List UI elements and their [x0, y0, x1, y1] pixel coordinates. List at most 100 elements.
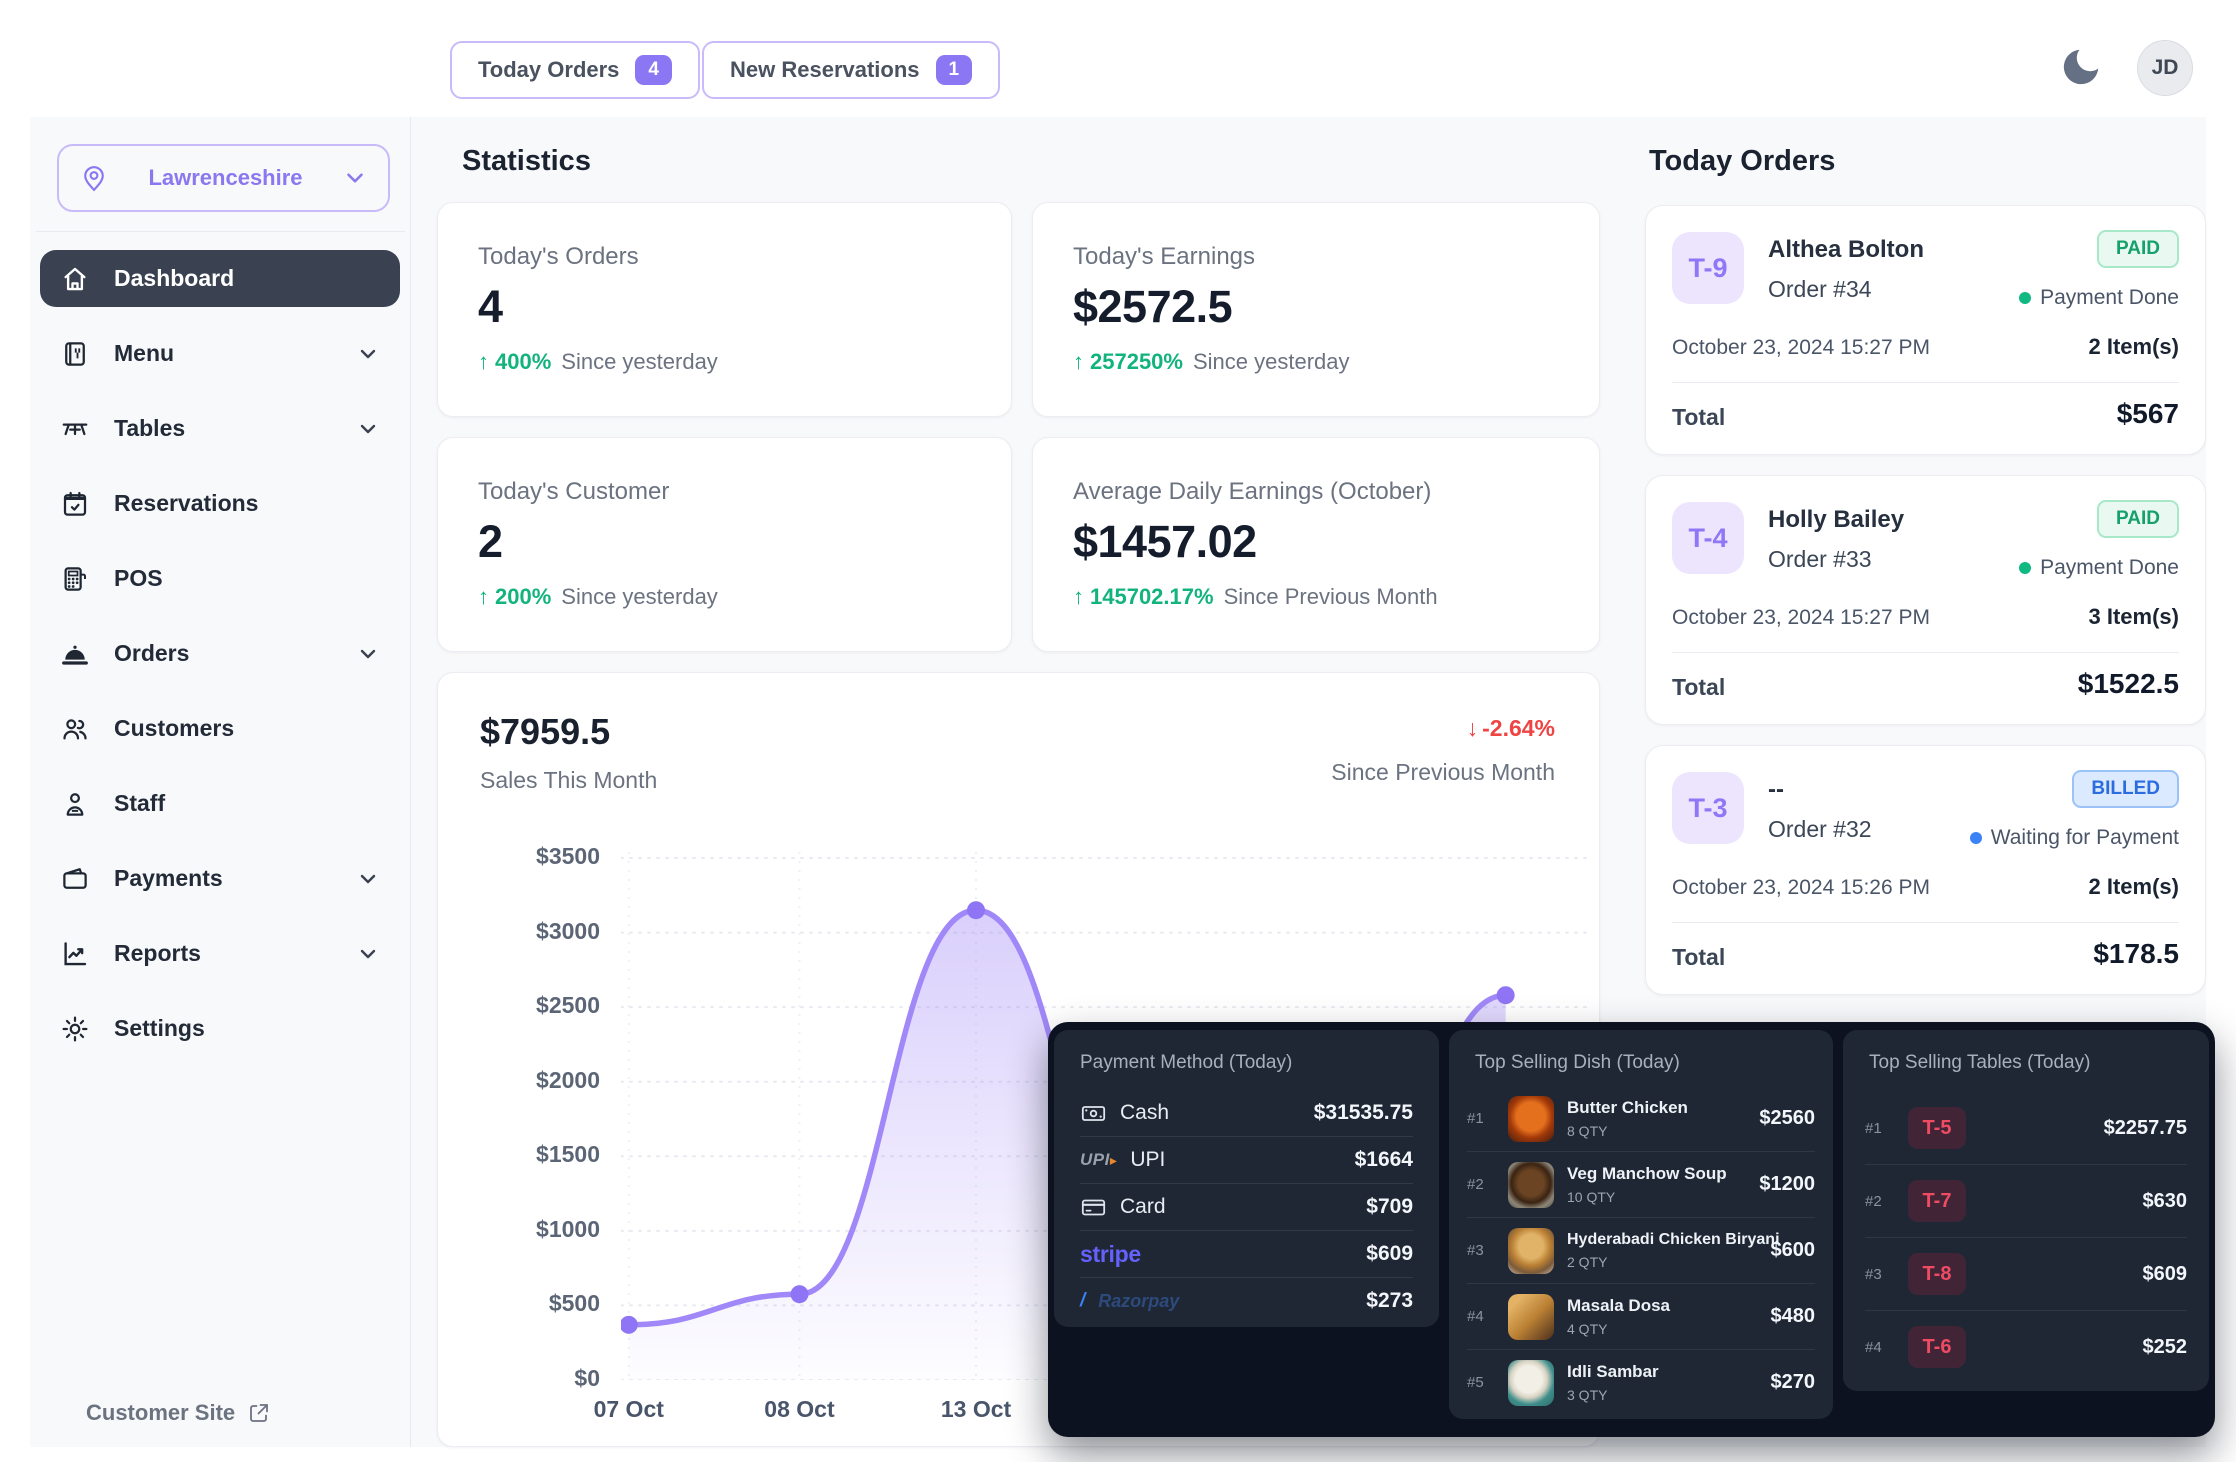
sidebar-item-settings[interactable]: Settings — [40, 1000, 400, 1057]
sidebar-item-label: Tables — [114, 415, 185, 442]
arrow-up-icon: ↑ — [478, 584, 489, 610]
sidebar-item-label: Orders — [114, 640, 189, 667]
external-link-icon — [247, 1401, 271, 1425]
payment-method-label: Card — [1120, 1195, 1166, 1219]
status-badge: PAID — [2097, 230, 2179, 268]
dish-rank: #5 — [1467, 1374, 1495, 1391]
upi-logo: UPI▸ — [1080, 1150, 1117, 1170]
sales-month-total: $7959.5 — [480, 711, 610, 753]
sidebar-item-payments[interactable]: Payments — [40, 850, 400, 907]
sidebar-item-label: POS — [114, 565, 163, 592]
today-orders-count-badge: 4 — [635, 55, 672, 85]
order-datetime: October 23, 2024 15:26 PM — [1672, 876, 1930, 900]
dish-qty: 10 QTY — [1567, 1189, 1746, 1205]
y-axis-tick: $500 — [450, 1290, 600, 1317]
dish-amount: $600 — [1771, 1239, 1816, 1262]
dish-name: Masala Dosa — [1567, 1296, 1758, 1316]
y-axis-tick: $2000 — [450, 1067, 600, 1094]
dish-image — [1508, 1228, 1554, 1274]
sidebar-item-tables[interactable]: Tables — [40, 400, 400, 457]
status-badge: BILLED — [2072, 770, 2179, 808]
order-items-count: 2 Item(s) — [2089, 334, 2179, 360]
location-pin-icon — [79, 163, 109, 193]
sidebar-item-customers[interactable]: Customers — [40, 700, 400, 757]
payment-method-amount: $609 — [1366, 1242, 1413, 1266]
table-badge: T-3 — [1672, 772, 1744, 844]
total-label: Total — [1672, 944, 1725, 971]
dish-row: #2 Veg Manchow Soup 10 QTY $1200 — [1467, 1151, 1815, 1217]
order-card[interactable]: T-9 Althea Bolton Order #34 PAID Payment… — [1645, 205, 2206, 455]
card-icon — [1080, 1194, 1107, 1221]
stat-card-todays-orders: Today's Orders 4 ↑ 400% Since yesterday — [437, 202, 1012, 417]
statistics-title: Statistics — [462, 145, 591, 178]
dish-amount: $2560 — [1759, 1107, 1815, 1130]
dish-image — [1508, 1096, 1554, 1142]
sidebar-item-pos[interactable]: POS — [40, 550, 400, 607]
dark-mode-toggle[interactable] — [2058, 44, 2104, 90]
avatar[interactable]: JD — [2137, 40, 2193, 96]
sidebar-item-menu[interactable]: Menu — [40, 325, 400, 382]
dish-name: Butter Chicken — [1567, 1098, 1746, 1118]
sidebar-item-dashboard[interactable]: Dashboard — [40, 250, 400, 307]
sidebar-item-label: Customers — [114, 715, 234, 742]
sidebar-item-label: Menu — [114, 340, 174, 367]
stat-label: Average Daily Earnings (October) — [1073, 478, 1559, 506]
customer-site-link[interactable]: Customer Site — [86, 1400, 271, 1426]
order-total: $178.5 — [2093, 938, 2179, 970]
stat-card-todays-customer: Today's Customer 2 ↑ 200% Since yesterda… — [437, 437, 1012, 652]
dish-row: #3 Hyderabadi Chicken Biryani 2 QTY $600 — [1467, 1217, 1815, 1283]
razorpay-logo: / — [1080, 1290, 1085, 1312]
y-axis-tick: $3500 — [450, 843, 600, 870]
sidebar-nav: Dashboard Menu Tables Reservations — [40, 250, 400, 1075]
order-card[interactable]: T-4 Holly Bailey Order #33 PAID Payment … — [1645, 475, 2206, 725]
new-reservations-count-badge: 1 — [936, 55, 973, 85]
sidebar-item-orders[interactable]: Orders — [40, 625, 400, 682]
sidebar-item-staff[interactable]: Staff — [40, 775, 400, 832]
sidebar-item-label: Payments — [114, 865, 223, 892]
sidebar-item-label: Reservations — [114, 490, 258, 517]
status-dot — [2019, 562, 2031, 574]
gear-icon — [60, 1014, 90, 1044]
calculator-icon — [60, 564, 90, 594]
cash-icon — [1080, 1100, 1107, 1127]
today-orders-button[interactable]: Today Orders 4 — [450, 41, 700, 99]
stat-card-todays-earnings: Today's Earnings $2572.5 ↑ 257250% Since… — [1032, 202, 1600, 417]
order-items-count: 2 Item(s) — [2089, 874, 2179, 900]
divider — [1672, 922, 2179, 923]
content-area: Lawrenceshire Dashboard Menu Tables — [30, 117, 2206, 1447]
status-note: Payment Done — [2040, 556, 2179, 580]
wallet-icon — [60, 864, 90, 894]
dish-image — [1508, 1162, 1554, 1208]
location-selector[interactable]: Lawrenceshire — [57, 144, 390, 212]
dish-name: Hyderabadi Chicken Biryani — [1567, 1231, 1758, 1249]
order-datetime: October 23, 2024 15:27 PM — [1672, 336, 1930, 360]
chevron-down-icon — [342, 165, 368, 191]
order-card[interactable]: T-3 -- Order #32 BILLED Waiting for Paym… — [1645, 745, 2206, 995]
dish-qty: 2 QTY — [1567, 1254, 1758, 1270]
chevron-down-icon — [356, 867, 380, 891]
sidebar-item-reports[interactable]: Reports — [40, 925, 400, 982]
y-axis-tick: $2500 — [450, 992, 600, 1019]
payment-method-row: UPI▸ UPI $1664 — [1080, 1136, 1413, 1183]
table-badge: T-6 — [1908, 1326, 1966, 1368]
x-axis-tick: 07 Oct — [569, 1396, 689, 1423]
payment-method-row: stripe $609 — [1080, 1230, 1413, 1277]
dish-rank: #3 — [1467, 1242, 1495, 1259]
dish-qty: 4 QTY — [1567, 1321, 1758, 1337]
table-badge: T-7 — [1908, 1180, 1966, 1222]
today-orders-button-label: Today Orders — [478, 57, 619, 83]
new-reservations-button[interactable]: New Reservations 1 — [702, 41, 1000, 99]
stat-label: Today's Orders — [478, 243, 971, 271]
chevron-down-icon — [356, 642, 380, 666]
table-badge: T-9 — [1672, 232, 1744, 304]
top-selling-tables-title: Top Selling Tables (Today) — [1869, 1052, 2090, 1074]
sidebar-item-reservations[interactable]: Reservations — [40, 475, 400, 532]
payment-method-panel: Payment Method (Today) Cash $31535.75 UP… — [1054, 1030, 1439, 1327]
order-number: Order #33 — [1768, 546, 1872, 573]
dish-amount: $480 — [1771, 1305, 1816, 1328]
y-axis-tick: $0 — [450, 1365, 600, 1392]
sidebar: Lawrenceshire Dashboard Menu Tables — [30, 117, 411, 1447]
arrow-down-icon: ↓ — [1467, 715, 1479, 742]
arrow-up-icon: ↑ — [1073, 584, 1084, 610]
payment-method-amount: $273 — [1366, 1289, 1413, 1313]
